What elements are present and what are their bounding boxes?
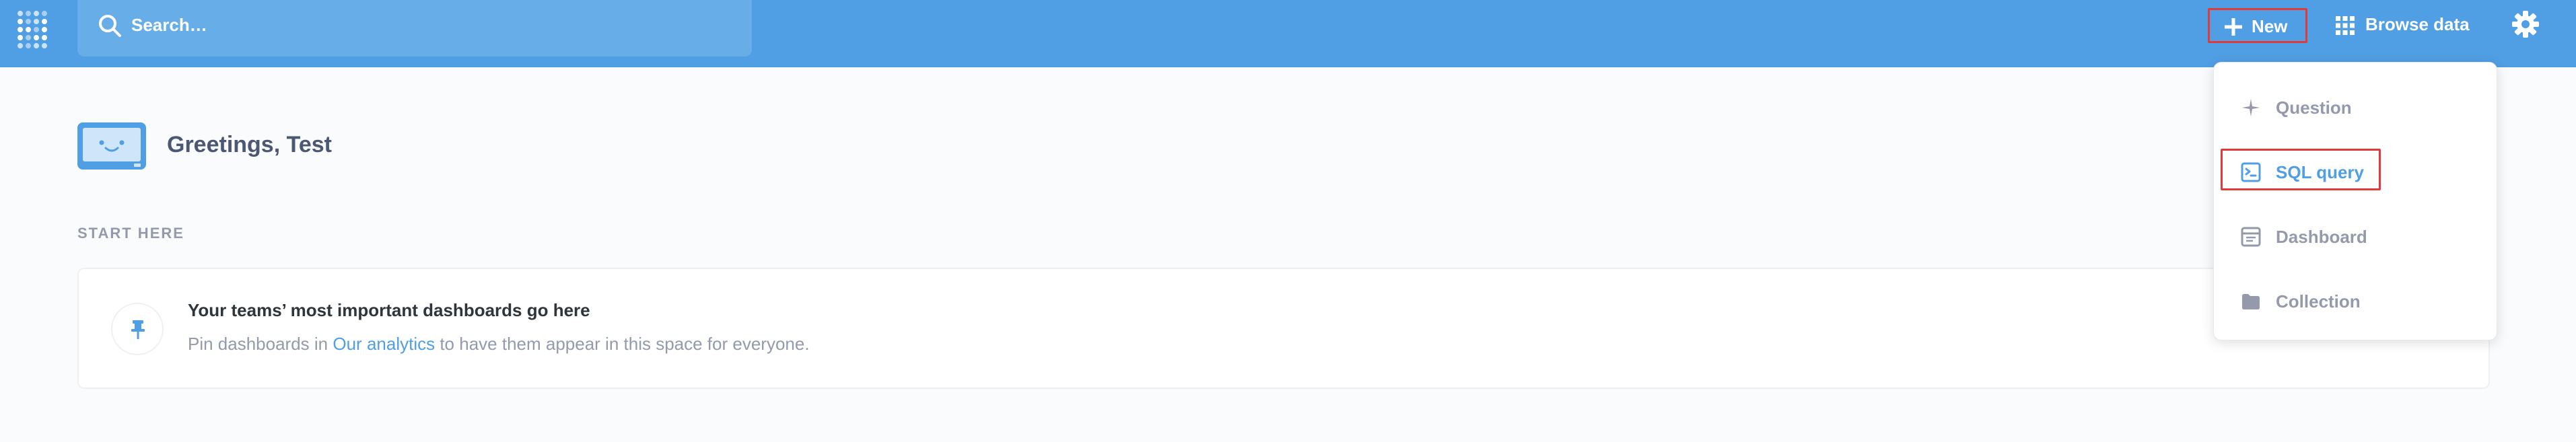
sql-icon [2241,162,2261,182]
sparkle-icon [2242,99,2260,116]
dashboard-icon [2241,227,2261,247]
metabase-logo-icon[interactable] [16,8,54,48]
search-icon [99,15,121,37]
pin-icon-container [111,303,164,355]
new-menu-item-collection[interactable]: Collection [2214,277,2498,324]
pinned-dashboards-card: Your teams’ most important dashboards go… [77,268,2490,389]
new-button[interactable]: New [2208,8,2307,43]
new-menu-item-question[interactable]: Question [2214,83,2498,130]
gear-icon[interactable] [2511,9,2540,39]
plus-icon [2225,18,2242,36]
pin-card-title: Your teams’ most important dashboards go… [188,300,590,320]
pin-card-desc-after: to have them appear in this space for ev… [435,334,810,354]
new-menu-item-sql-query[interactable]: SQL query [2214,147,2498,194]
our-analytics-link[interactable]: Our analytics [333,334,435,354]
folder-icon [2242,294,2260,309]
search-bar[interactable] [77,0,752,57]
grid-icon [2336,16,2355,35]
greeting-title: Greetings, Test [167,132,332,157]
greeting-avatar-icon [77,122,146,170]
new-menu-item-label: SQL query [2276,162,2365,182]
browse-data-button[interactable]: Browse data [2336,8,2491,43]
top-navigation-bar: New Browse data [0,0,2576,67]
new-button-label: New [2252,16,2288,36]
pin-icon [131,320,145,339]
new-menu-item-label: Dashboard [2276,227,2367,247]
new-menu-item-label: Question [2276,98,2352,118]
new-menu-dropdown: Question SQL query Dashboard Collection [2213,62,2497,340]
pin-card-desc-before: Pin dashboards in [188,334,333,354]
search-input[interactable] [130,9,725,40]
new-menu-item-dashboard[interactable]: Dashboard [2214,212,2498,259]
browse-data-label: Browse data [2365,14,2470,34]
section-heading: START HERE [77,225,184,242]
pin-card-description: Pin dashboards in Our analytics to have … [188,334,810,355]
new-menu-item-label: Collection [2276,291,2361,311]
